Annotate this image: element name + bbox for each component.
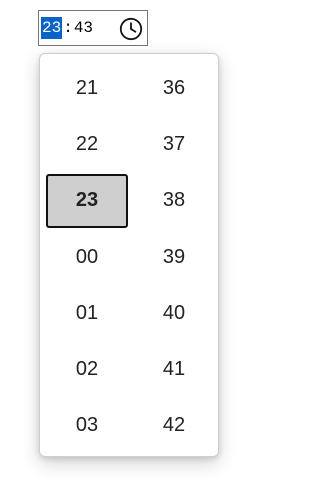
minute-option[interactable]: 42: [133, 398, 215, 454]
minute-option[interactable]: 37: [133, 116, 215, 172]
minute-option[interactable]: 36: [133, 60, 215, 116]
hour-option-selected[interactable]: 23: [46, 173, 128, 228]
minute-option[interactable]: 38: [133, 173, 215, 229]
minute-option[interactable]: 40: [133, 285, 215, 341]
hours-segment[interactable]: 23: [41, 17, 63, 39]
minute-option[interactable]: 41: [133, 341, 215, 397]
time-separator: :: [63, 19, 73, 37]
minute-option[interactable]: 39: [133, 229, 215, 285]
hour-option[interactable]: 01: [46, 285, 128, 341]
time-picker-popup: 21 22 23 00 01 02 03 36 37 38 39 40 41 4…: [39, 53, 219, 457]
hour-option[interactable]: 03: [46, 398, 128, 454]
hour-option[interactable]: 22: [46, 116, 128, 172]
clock-icon[interactable]: [118, 16, 144, 42]
hour-option[interactable]: 21: [46, 60, 128, 116]
time-input[interactable]: 23 : 43: [38, 10, 148, 46]
minutes-column[interactable]: 36 37 38 39 40 41 42: [133, 60, 215, 454]
hours-column[interactable]: 21 22 23 00 01 02 03: [46, 60, 128, 454]
hour-option[interactable]: 00: [46, 229, 128, 285]
minutes-segment[interactable]: 43: [74, 17, 93, 39]
hour-option[interactable]: 02: [46, 341, 128, 397]
